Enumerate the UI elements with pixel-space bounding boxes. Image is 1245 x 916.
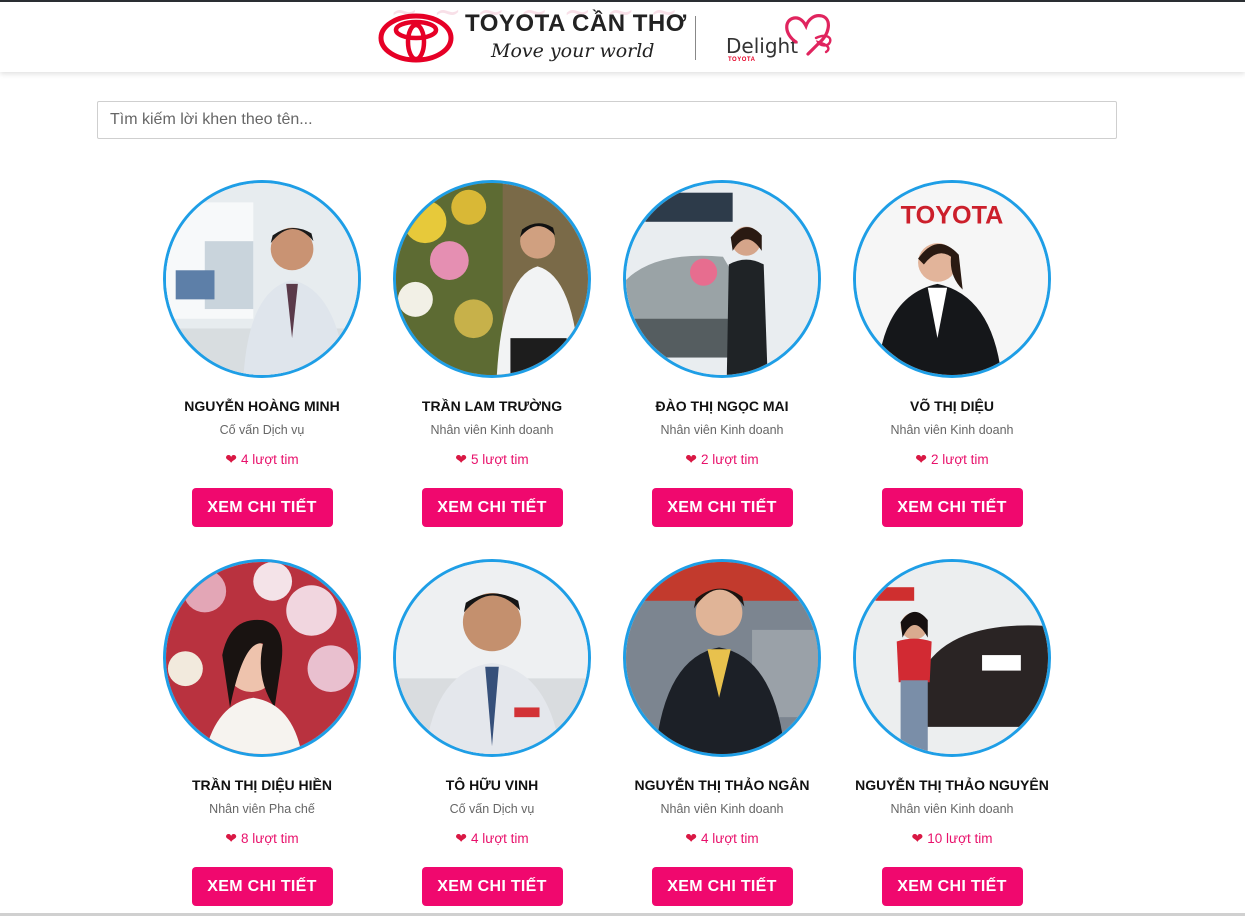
staff-photo-image [396,562,588,754]
staff-card: TRẦN THỊ DIỆU HIỀN Nhân viên Pha chế ❤ 8 … [147,559,377,906]
staff-name: ĐÀO THỊ NGỌC MAI [655,398,789,414]
likes-count: ❤ 10 lượt tim [837,830,1067,848]
heart-icon: ❤ [225,830,238,846]
likes-label: 8 lượt tim [241,831,299,846]
staff-photo[interactable] [623,180,821,378]
staff-photo[interactable] [393,559,591,757]
staff-name: TÔ HỮU VINH [445,777,539,793]
view-detail-button[interactable]: XEM CHI TIẾT [651,488,793,527]
staff-photo-image: TOYOTA [856,183,1048,375]
heart-icon: ❤ [915,451,928,467]
staff-role: Nhân viên Kinh doanh [660,423,784,437]
view-detail-button[interactable]: XEM CHI TIẾT [881,488,1023,527]
staff-role: Nhân viên Kinh doanh [430,423,554,437]
likes-label: 4 lượt tim [701,831,759,846]
staff-photo-image [396,183,588,375]
view-detail-button[interactable]: XEM CHI TIẾT [191,867,333,906]
staff-name: NGUYỄN HOÀNG MINH [184,398,340,414]
staff-card: NGUYỄN THỊ THẢO NGUYÊN Nhân viên Kinh do… [837,559,1067,906]
likes-count: ❤ 4 lượt tim [377,830,607,848]
likes-count: ❤ 4 lượt tim [607,830,837,848]
heart-icon: ❤ [911,830,924,846]
staff-photo-image [626,183,818,375]
likes-label: 2 lượt tim [701,452,759,467]
view-detail-button[interactable]: XEM CHI TIẾT [421,867,563,906]
staff-card: TOYOTA VÕ THỊ DIỆU Nhân viên Kinh doanh … [837,180,1067,527]
staff-card: NGUYỄN HOÀNG MINH Cố vấn Dịch vụ ❤ 4 lượt… [147,180,377,527]
heart-icon: ❤ [225,451,238,467]
staff-photo-image [626,562,818,754]
view-detail-button[interactable]: XEM CHI TIẾT [421,488,563,527]
staff-name: TRẦN THỊ DIỆU HIỀN [192,777,332,793]
likes-count: ❤ 5 lượt tim [377,451,607,469]
heart-icon: ❤ [685,830,698,846]
likes-label: 10 lượt tim [927,831,993,846]
view-detail-button[interactable]: XEM CHI TIẾT [191,488,333,527]
staff-card: ĐÀO THỊ NGỌC MAI Nhân viên Kinh doanh ❤ 2… [607,180,837,527]
staff-role: Nhân viên Kinh doanh [890,423,1014,437]
staff-name: TRẦN LAM TRƯỜNG [421,398,563,414]
staff-name: NGUYỄN THỊ THẢO NGUYÊN [855,777,1049,793]
staff-photo-image [856,562,1048,754]
staff-grid: NGUYỄN HOÀNG MINH Cố vấn Dịch vụ ❤ 4 lượt… [0,0,1245,916]
staff-card: TRẦN LAM TRƯỜNG Nhân viên Kinh doanh ❤ 5 … [377,180,607,527]
staff-card: NGUYỄN THỊ THẢO NGÂN Nhân viên Kinh doan… [607,559,837,906]
staff-role: Cố vấn Dịch vụ [219,423,305,437]
staff-photo[interactable] [853,559,1051,757]
staff-name: NGUYỄN THỊ THẢO NGÂN [634,777,810,793]
staff-photo-image [166,183,358,375]
staff-photo[interactable] [163,559,361,757]
likes-label: 4 lượt tim [241,452,299,467]
heart-icon: ❤ [685,451,698,467]
staff-photo[interactable] [163,180,361,378]
staff-photo-image [166,562,358,754]
likes-count: ❤ 8 lượt tim [147,830,377,848]
staff-photo[interactable]: TOYOTA [853,180,1051,378]
likes-count: ❤ 2 lượt tim [837,451,1067,469]
likes-label: 5 lượt tim [471,452,529,467]
staff-role: Nhân viên Kinh doanh [890,802,1014,816]
staff-role: Nhân viên Kinh doanh [660,802,784,816]
heart-icon: ❤ [455,451,468,467]
likes-count: ❤ 2 lượt tim [607,451,837,469]
view-detail-button[interactable]: XEM CHI TIẾT [651,867,793,906]
staff-role: Cố vấn Dịch vụ [449,802,535,816]
staff-card: TÔ HỮU VINH Cố vấn Dịch vụ ❤ 4 lượt tim X… [377,559,607,906]
likes-label: 2 lượt tim [931,452,989,467]
staff-role: Nhân viên Pha chế [209,802,315,816]
staff-photo[interactable] [393,180,591,378]
heart-icon: ❤ [455,830,468,846]
likes-label: 4 lượt tim [471,831,529,846]
staff-name: VÕ THỊ DIỆU [909,398,994,414]
likes-count: ❤ 4 lượt tim [147,451,377,469]
svg-text:TOYOTA: TOYOTA [901,202,1004,230]
view-detail-button[interactable]: XEM CHI TIẾT [881,867,1023,906]
staff-photo[interactable] [623,559,821,757]
